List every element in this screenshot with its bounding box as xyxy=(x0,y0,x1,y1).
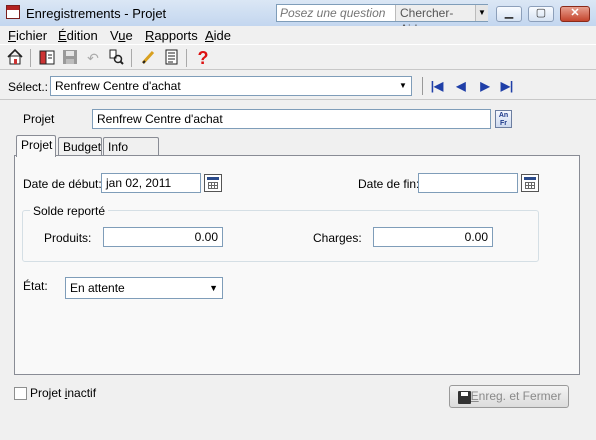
chevron-down-icon: ▼ xyxy=(209,283,218,293)
close-button[interactable]: ✕ xyxy=(560,6,590,22)
menu-edition[interactable]: Édition xyxy=(58,28,98,43)
find-icon[interactable] xyxy=(106,48,126,68)
undo-icon[interactable]: ↶ xyxy=(83,48,103,68)
report-icon[interactable] xyxy=(161,48,181,68)
lang-english-icon: An xyxy=(498,112,509,119)
calendar-icon[interactable] xyxy=(521,174,539,192)
nav-separator xyxy=(422,77,423,95)
tab-budget[interactable]: Budget xyxy=(58,137,102,157)
start-date-field[interactable]: jan 02, 2011 xyxy=(101,173,201,193)
title-bar: Enregistrements - Projet Chercher-Aide ▼… xyxy=(0,0,596,36)
language-toggle-button[interactable]: An Fr xyxy=(495,110,512,128)
toolbar: ↶ ? xyxy=(0,44,596,70)
help-search-button[interactable]: Chercher-Aide xyxy=(395,5,475,36)
save-icon xyxy=(458,391,471,404)
menu-vue[interactable]: Vue xyxy=(110,28,133,43)
save-and-close-label: Enreg. et Fermer xyxy=(470,389,562,403)
record-select[interactable]: Renfrew Centre d'achat ▼ xyxy=(50,76,412,96)
next-record-icon[interactable]: ▶ xyxy=(476,79,494,93)
status-label: État: xyxy=(23,279,48,293)
end-date-label: Date de fin: xyxy=(358,177,420,191)
last-record-icon[interactable]: ▶| xyxy=(498,79,516,93)
carried-balance-title: Solde reporté xyxy=(30,204,109,218)
revenue-label: Produits: xyxy=(44,231,92,245)
expense-label: Charges: xyxy=(313,231,362,245)
toolbar-separator xyxy=(30,49,31,67)
tab-info-add[interactable]: Info add. xyxy=(103,137,159,172)
window-title: Enregistrements - Projet xyxy=(26,6,167,21)
close-icon: ✕ xyxy=(570,7,580,19)
app-icon xyxy=(6,5,20,19)
select-label: Sélect.: xyxy=(8,80,49,94)
lang-french-icon: Fr xyxy=(500,120,507,127)
save-icon[interactable] xyxy=(60,48,80,68)
help-search-box: Chercher-Aide ▼ xyxy=(276,4,488,36)
first-record-icon[interactable]: |◀ xyxy=(428,79,446,93)
record-selector-bar: Sélect.: Renfrew Centre d'achat ▼ |◀ ◀ ▶… xyxy=(0,71,596,100)
maximize-icon: ▢ xyxy=(535,7,547,19)
help-search-input[interactable] xyxy=(277,5,395,21)
save-and-close-button[interactable]: Enreg. et Fermer xyxy=(449,385,569,408)
status-select-value: En attente xyxy=(70,281,125,295)
menu-aide[interactable]: Aide xyxy=(205,28,231,43)
end-date-field[interactable] xyxy=(418,173,518,193)
menu-rapports[interactable]: Rapports xyxy=(145,28,198,43)
menu-bar: Fichier Édition Vue Rapports Aide xyxy=(0,26,596,44)
expense-field[interactable]: 0.00 xyxy=(373,227,493,247)
project-label: Projet xyxy=(23,112,55,126)
open-book-icon[interactable] xyxy=(37,48,57,68)
maximize-button[interactable]: ▢ xyxy=(528,6,554,22)
revenue-field[interactable]: 0.00 xyxy=(103,227,223,247)
home-icon[interactable] xyxy=(5,48,25,68)
help-dropdown-button[interactable]: ▼ xyxy=(475,5,488,21)
status-select[interactable]: En attente ▼ xyxy=(65,277,223,299)
previous-record-icon[interactable]: ◀ xyxy=(452,79,470,93)
chevron-down-icon: ▼ xyxy=(399,81,407,90)
calendar-icon[interactable] xyxy=(204,174,222,192)
inactive-label: Projet inactif xyxy=(30,386,97,400)
minimize-icon: ▁ xyxy=(504,7,514,19)
minimize-button[interactable]: ▁ xyxy=(496,6,522,22)
project-name-field[interactable]: Renfrew Centre d'achat xyxy=(92,109,491,129)
edit-pencil-icon[interactable] xyxy=(138,48,158,68)
start-date-label: Date de début: xyxy=(23,177,102,191)
help-icon[interactable]: ? xyxy=(193,48,213,68)
record-select-value: Renfrew Centre d'achat xyxy=(55,79,181,93)
inactive-checkbox[interactable] xyxy=(14,387,27,400)
tab-projet[interactable]: Projet xyxy=(16,135,56,157)
toolbar-separator xyxy=(186,49,187,67)
menu-fichier[interactable]: Fichier xyxy=(8,28,47,43)
toolbar-separator xyxy=(131,49,132,67)
